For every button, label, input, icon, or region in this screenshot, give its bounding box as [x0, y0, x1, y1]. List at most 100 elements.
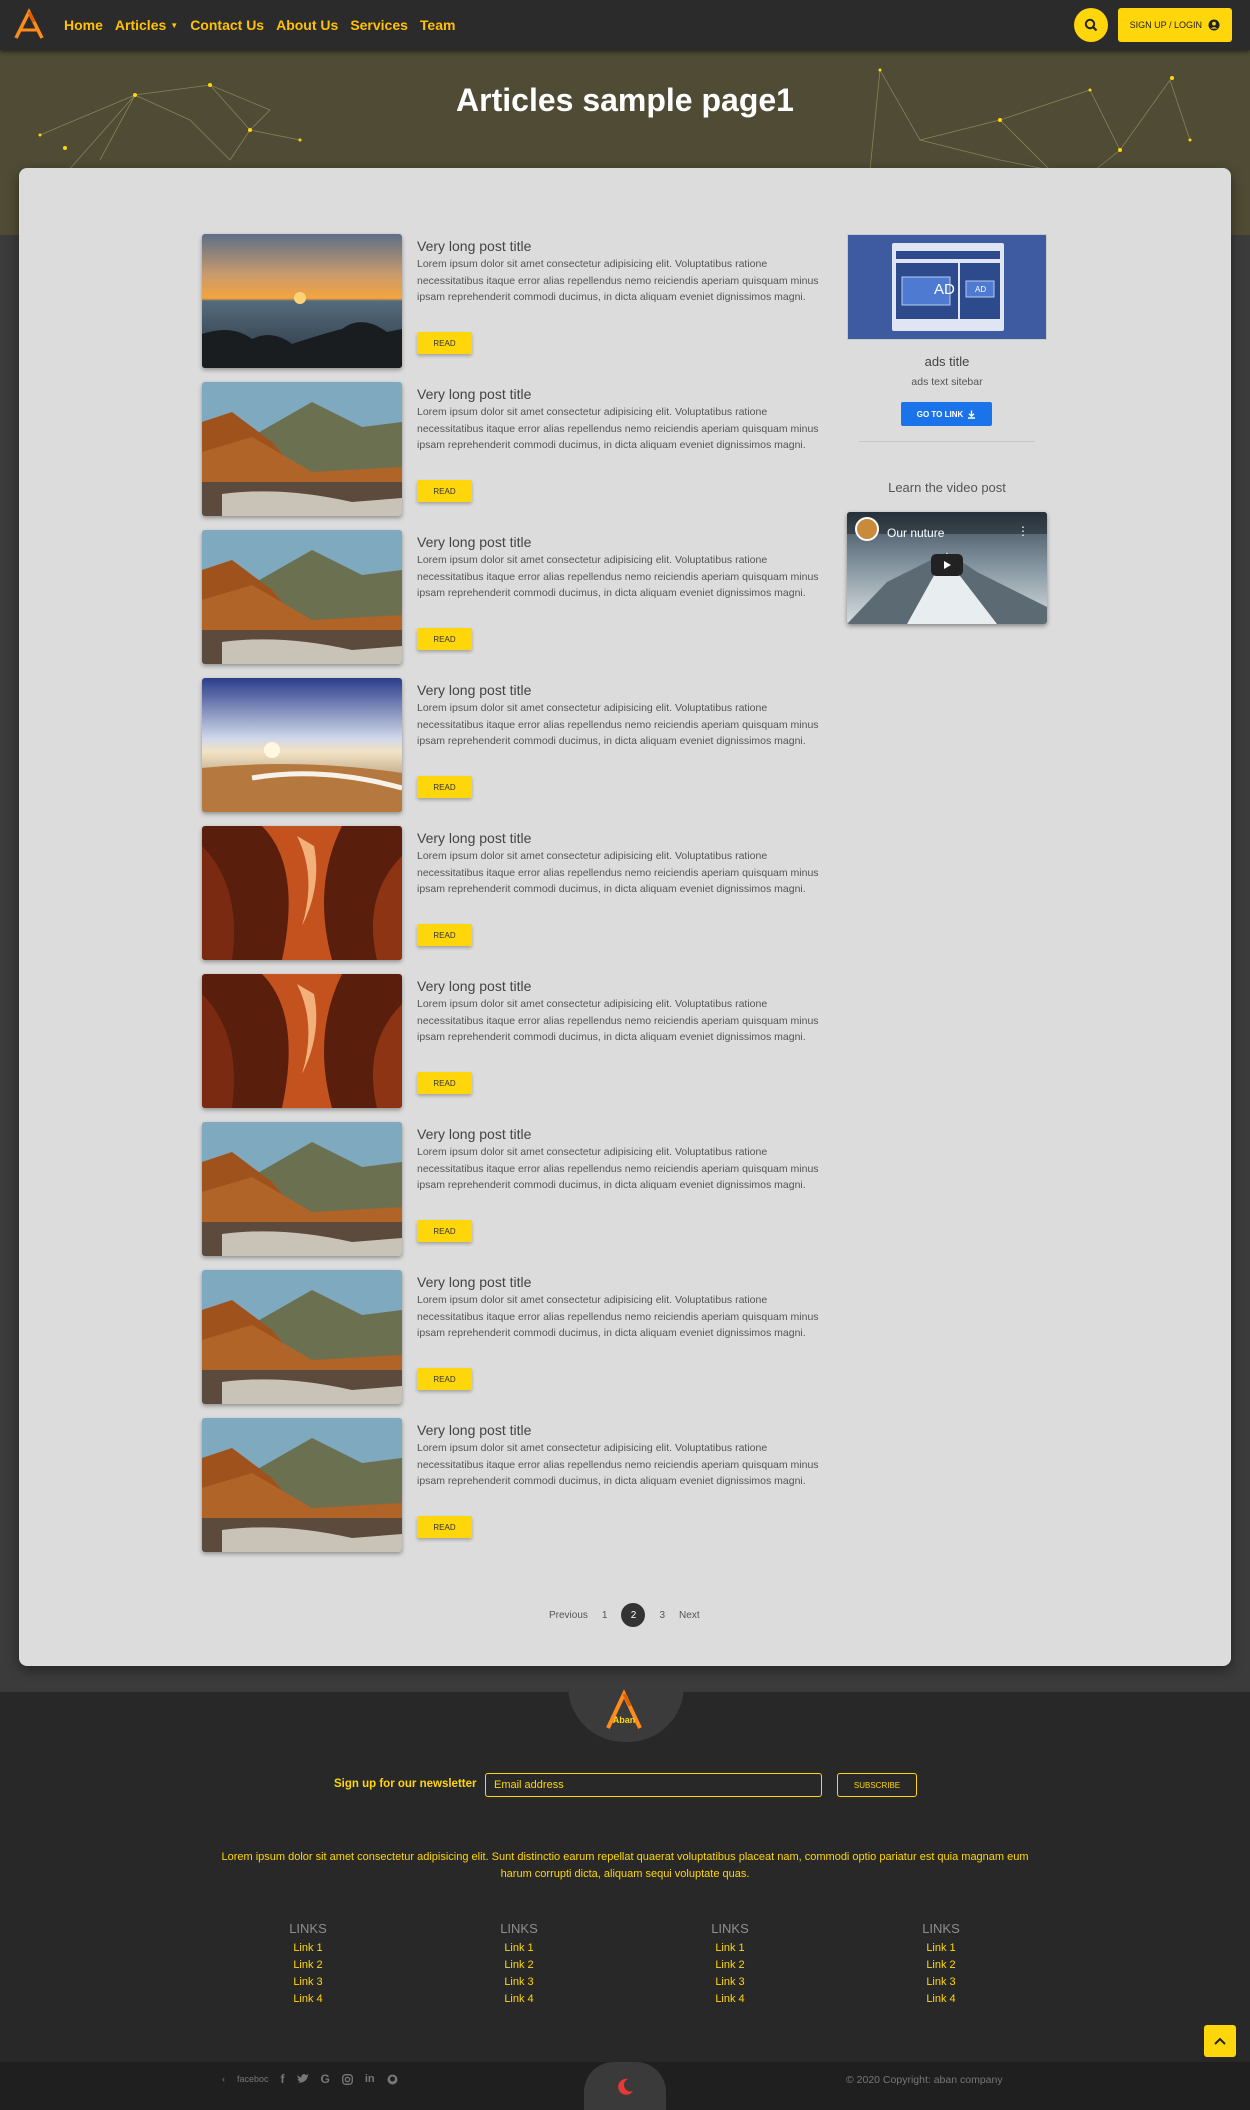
footer-description: Lorem ipsum dolor sit amet consectetur a…	[221, 1851, 1029, 1880]
aban-footer-logo-icon[interactable]: Aban	[600, 1688, 648, 1732]
post-item: Very long post title Lorem ipsum dolor s…	[202, 530, 822, 664]
post-title[interactable]: Very long post title	[417, 386, 531, 402]
footer-links-column: LINKS Link 1 Link 2 Link 3 Link 4	[881, 1921, 1001, 2008]
video-title[interactable]: Our nuture	[887, 526, 944, 540]
post-title[interactable]: Very long post title	[417, 1422, 531, 1438]
play-icon	[944, 561, 951, 569]
footer-link[interactable]: Link 3	[670, 1974, 790, 1991]
nav-services[interactable]: Services	[344, 17, 414, 33]
caret-down-icon: ▼	[170, 20, 179, 30]
read-button[interactable]: READ	[417, 1516, 472, 1538]
footer-link[interactable]: Link 1	[670, 1940, 790, 1957]
social-text[interactable]: faceboc	[237, 2074, 269, 2084]
post-title[interactable]: Very long post title	[417, 830, 531, 846]
post-image-canyon[interactable]	[202, 974, 402, 1108]
download-icon	[968, 410, 976, 419]
top-navbar: Home Articles ▼ Contact Us About Us Servi…	[0, 0, 1250, 50]
post-image-canyon[interactable]	[202, 826, 402, 960]
page-link-2-active[interactable]: 2	[621, 1603, 646, 1627]
nav-home[interactable]: Home	[58, 17, 109, 33]
footer-link[interactable]: Link 2	[670, 1957, 790, 1974]
post-item: Very long post title Lorem ipsum dolor s…	[202, 1122, 822, 1256]
post-excerpt: Lorem ipsum dolor sit amet consectetur a…	[417, 1146, 819, 1191]
linkedin-icon[interactable]: in	[365, 2073, 375, 2085]
footer-link[interactable]: Link 1	[881, 1940, 1001, 1957]
aban-logo-icon[interactable]	[12, 8, 46, 42]
nav-team[interactable]: Team	[414, 17, 462, 33]
articles-card: Very long post title Lorem ipsum dolor s…	[19, 168, 1231, 1666]
footer-link[interactable]: Link 4	[670, 1991, 790, 2008]
moon-icon[interactable]	[614, 2076, 636, 2098]
play-button[interactable]	[931, 554, 963, 576]
signup-login-button[interactable]: SIGN UP / LOGIN	[1117, 8, 1232, 42]
ad-badge: AD	[934, 281, 955, 298]
pagination-next[interactable]: Next	[679, 1610, 700, 1621]
footer-link[interactable]: Link 4	[248, 1991, 368, 2008]
links-heading: LINKS	[922, 1921, 960, 1936]
pagination: Previous 1 2 3 Next	[549, 1603, 700, 1627]
more-options-icon[interactable]: ⋮	[1017, 524, 1029, 538]
footer-link[interactable]: Link 4	[881, 1991, 1001, 2008]
pagination-previous[interactable]: Previous	[549, 1610, 588, 1621]
twitter-icon[interactable]	[296, 2074, 309, 2084]
nav-about[interactable]: About Us	[270, 17, 344, 33]
footer-link[interactable]: Link 3	[248, 1974, 368, 1991]
copyright-text: © 2020 Copyright: aban company	[846, 2074, 1003, 2086]
footer-link[interactable]: Link 3	[459, 1974, 579, 1991]
post-image-beach-sky[interactable]	[202, 678, 402, 812]
footer-link[interactable]: Link 2	[248, 1957, 368, 1974]
newsletter-label: Sign up for our newsletter	[334, 1778, 477, 1790]
nav-contact[interactable]: Contact Us	[184, 17, 270, 33]
footer-link[interactable]: Link 2	[881, 1957, 1001, 1974]
post-image-autumn-mountain[interactable]	[202, 1418, 402, 1552]
post-excerpt: Lorem ipsum dolor sit amet consectetur a…	[417, 1294, 819, 1339]
post-image-autumn-mountain[interactable]	[202, 1122, 402, 1256]
post-title[interactable]: Very long post title	[417, 238, 531, 254]
user-circle-icon	[1208, 19, 1220, 31]
page-link-3[interactable]: 3	[659, 1610, 665, 1621]
chevron-left-icon[interactable]: ‹	[222, 2074, 225, 2084]
facebook-icon[interactable]: f	[281, 2072, 285, 2086]
read-button[interactable]: READ	[417, 1368, 472, 1390]
nav-articles[interactable]: Articles ▼	[109, 17, 184, 33]
post-title[interactable]: Very long post title	[417, 978, 531, 994]
video-player[interactable]: Our nuture ⋮	[847, 512, 1047, 624]
go-to-link-button[interactable]: GO TO LINK	[901, 402, 992, 426]
read-button[interactable]: READ	[417, 776, 472, 798]
read-button[interactable]: READ	[417, 924, 472, 946]
instagram-icon[interactable]	[341, 2073, 353, 2085]
sidebar-ad-banner[interactable]: AD AD	[847, 234, 1047, 340]
page-title: Articles sample page1	[456, 82, 794, 118]
post-image-autumn-mountain[interactable]	[202, 1270, 402, 1404]
footer-link[interactable]: Link 1	[459, 1940, 579, 1957]
read-button[interactable]: READ	[417, 332, 472, 354]
email-field[interactable]: Email address	[485, 1773, 822, 1797]
post-excerpt: Lorem ipsum dolor sit amet consectetur a…	[417, 554, 819, 599]
channel-avatar[interactable]	[855, 517, 879, 541]
post-item: Very long post title Lorem ipsum dolor s…	[202, 382, 822, 516]
page-link-1[interactable]: 1	[602, 1610, 608, 1621]
post-title[interactable]: Very long post title	[417, 534, 531, 550]
read-button[interactable]: READ	[417, 628, 472, 650]
footer-link[interactable]: Link 3	[881, 1974, 1001, 1991]
google-icon[interactable]: G	[321, 2072, 330, 2086]
footer-link[interactable]: Link 1	[248, 1940, 368, 1957]
links-heading: LINKS	[500, 1921, 538, 1936]
read-button[interactable]: READ	[417, 480, 472, 502]
footer-link[interactable]: Link 2	[459, 1957, 579, 1974]
search-button[interactable]	[1073, 8, 1108, 42]
footer-link[interactable]: Link 4	[459, 1991, 579, 2008]
footer-links-column: LINKS Link 1 Link 2 Link 3 Link 4	[670, 1921, 790, 2008]
read-button[interactable]: READ	[417, 1220, 472, 1242]
post-image-autumn-mountain[interactable]	[202, 382, 402, 516]
post-item: Very long post title Lorem ipsum dolor s…	[202, 234, 822, 368]
post-title[interactable]: Very long post title	[417, 1126, 531, 1142]
back-to-top-button[interactable]	[1204, 2025, 1236, 2057]
post-title[interactable]: Very long post title	[417, 682, 531, 698]
github-icon[interactable]	[387, 2074, 398, 2085]
subscribe-button[interactable]: SUBSCRIBE	[837, 1773, 917, 1797]
read-button[interactable]: READ	[417, 1072, 472, 1094]
post-title[interactable]: Very long post title	[417, 1274, 531, 1290]
post-image-sunset-sea[interactable]	[202, 234, 402, 368]
post-image-autumn-mountain[interactable]	[202, 530, 402, 664]
